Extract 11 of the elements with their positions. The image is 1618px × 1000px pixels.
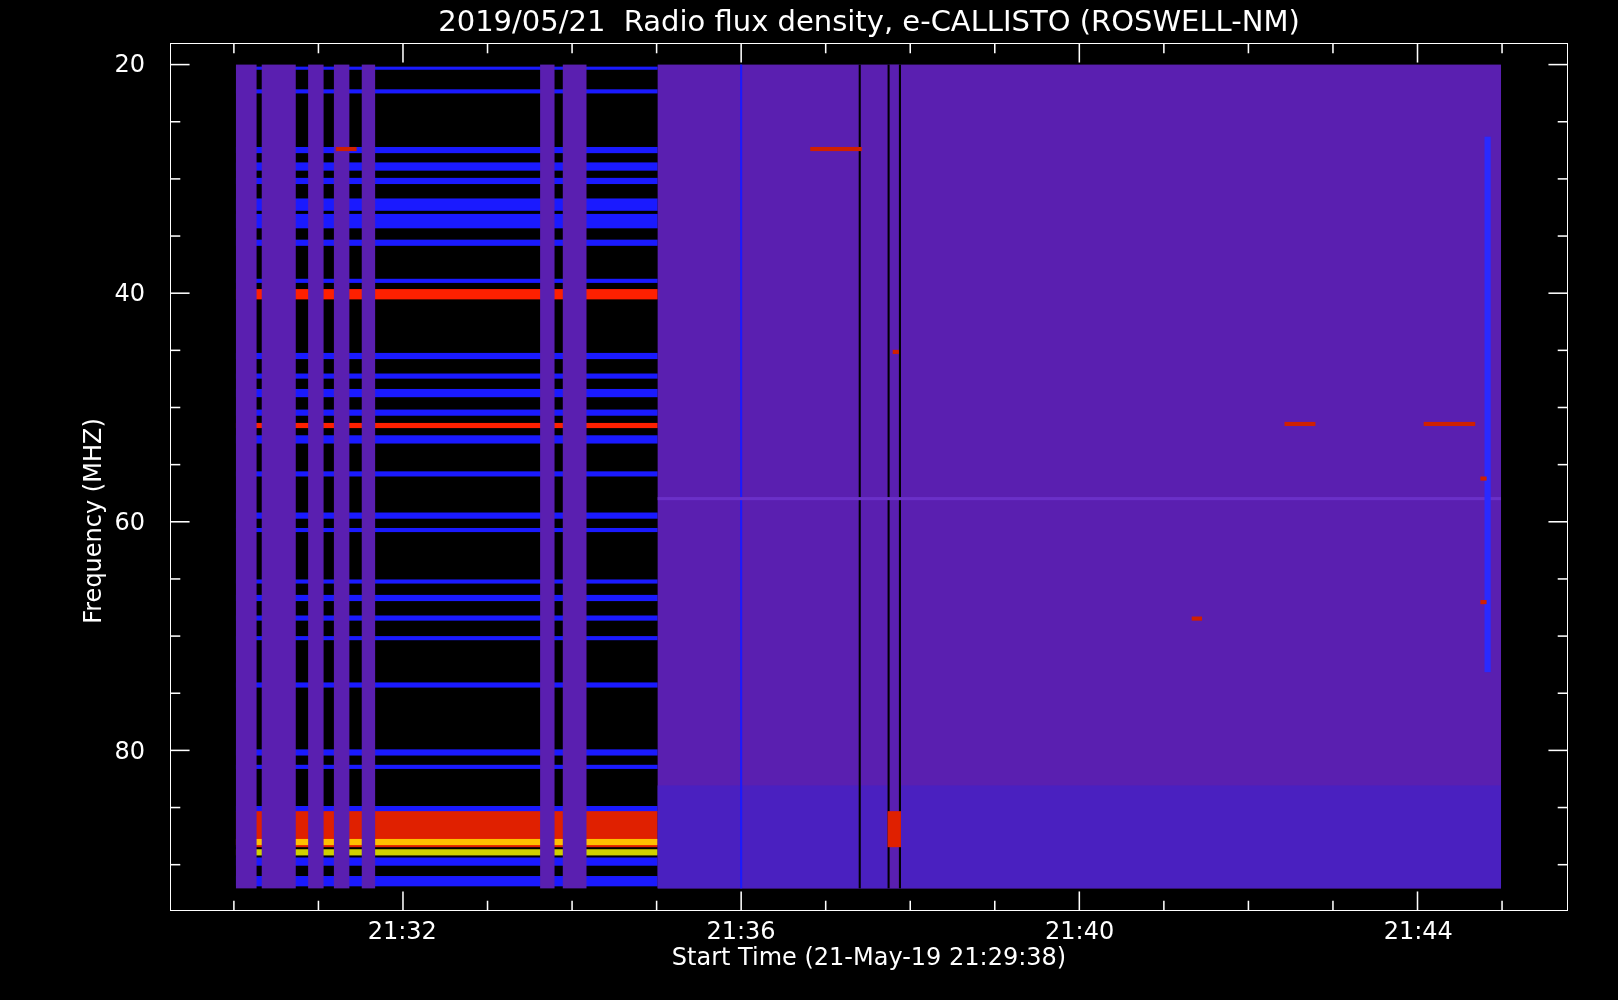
x-tick-label: 21:40 xyxy=(1045,919,1115,943)
y-axis-label: Frequency (MHZ) xyxy=(81,418,105,624)
x-tick-label: 21:44 xyxy=(1383,919,1453,943)
y-tick-label: 20 xyxy=(114,51,145,76)
y-tick-label: 40 xyxy=(114,280,145,305)
chart-title: 2019/05/21 Radio flux density, e-CALLISTO (ROSWELL-NM) xyxy=(438,7,1300,36)
y-tick-label: 80 xyxy=(114,739,145,763)
x-tick-label: 21:32 xyxy=(367,919,437,943)
x-axis-label: Start Time (21-May-19 21:29:38) xyxy=(671,945,1067,969)
x-tick-label: 21:36 xyxy=(706,919,776,943)
y-tick-label: 60 xyxy=(114,509,145,534)
